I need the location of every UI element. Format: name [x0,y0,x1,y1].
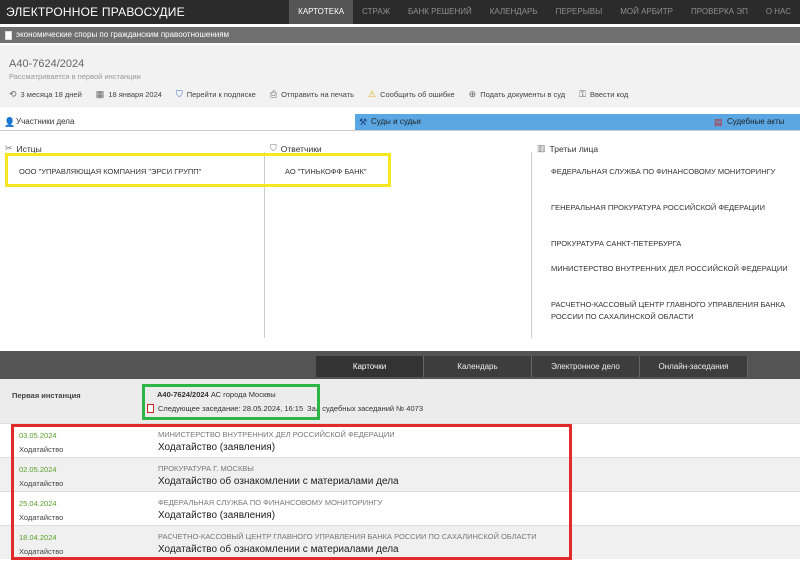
tab-electronic-case[interactable]: Электронное дело [532,356,640,377]
user-icon: 👤 [4,117,16,127]
third-parties-header: ▥ Третьи лица [537,143,599,154]
case-status: Рассматривается в первой инстанции [9,72,141,81]
third-party-link[interactable]: РАСЧЕТНО-КАССОВЫЙ ЦЕНТР ГЛАВНОГО УПРАВЛЕ… [551,299,791,323]
tab-online-sessions[interactable]: Онлайн-заседания [640,356,748,377]
divider [0,130,800,131]
shield-icon: ⛉ [175,89,183,99]
nav-check-ep[interactable]: ПРОВЕРКА ЭП [682,0,757,24]
gavel-icon: ⚒ [359,117,368,127]
nav-about[interactable]: О НАС [757,0,800,24]
case-toolbar: ⟲ 3 месяца 18 дней ▦ 18 января 2024 ⛉ Пе… [9,89,628,100]
case-number: А40-7624/2024 [9,58,85,70]
printer-icon: ⎙ [269,89,278,99]
nav-strazh[interactable]: СТРАЖ [353,0,399,24]
submit-documents-button[interactable]: ⊕ Подать документы в суд [469,89,565,100]
nav-breaks[interactable]: ПЕРЕРЫВЫ [547,0,612,24]
warning-icon: ⚠ [367,89,377,99]
tab-participants[interactable]: 👤 Участники дела [0,114,355,130]
third-party-link[interactable]: ПРОКУРАТУРА САНКТ-ПЕТЕРБУРГА [551,238,791,250]
bottom-tabs: Карточки Календарь Электронное дело Онла… [316,356,748,377]
key-icon: ⚿ [579,89,586,99]
hall-text: Зал судебных заседаний № 4073 [307,404,423,413]
subscribe-button[interactable]: ⛉ Перейти к подписке [176,89,256,100]
yellow-highlight-frame [5,153,391,187]
category-label: экономические споры по гражданским право… [16,30,230,39]
green-highlight-frame [142,384,320,420]
main-menu: КАРТОТЕКА СТРАЖ БАНК РЕШЕНИЙ КАЛЕНДАРЬ П… [289,0,800,24]
brand-logo[interactable]: ЭЛЕКТРОННОЕ ПРАВОСУДИЕ [0,5,289,19]
duration-item: ⟲ 3 месяца 18 дней [9,89,82,99]
tab-calendar[interactable]: Календарь [424,356,532,377]
clock-icon: ⟲ [9,89,17,99]
nav-calendar[interactable]: КАЛЕНДАРЬ [481,0,547,24]
date-item: ▦ 18 января 2024 [95,89,162,99]
third-party-link[interactable]: ФЕДЕРАЛЬНАЯ СЛУЖБА ПО ФИНАНСОВОМУ МОНИТО… [551,166,791,178]
third-party-link[interactable]: ГЕНЕРАЛЬНАЯ ПРОКУРАТУРА РОССИЙСКОЙ ФЕДЕР… [551,202,791,214]
enter-code-button[interactable]: ⚿ Ввести код [579,89,628,100]
calendar-icon: ▦ [95,89,105,99]
nav-kartoteka[interactable]: КАРТОТЕКА [289,0,354,24]
report-error-button[interactable]: ⚠ Сообщить об ошибке [368,89,455,100]
top-nav: ЭЛЕКТРОННОЕ ПРАВОСУДИЕ КАРТОТЕКА СТРАЖ Б… [0,0,800,24]
nav-my-arbitr[interactable]: МОЙ АРБИТР [611,0,682,24]
case-tabs: 👤 Участники дела ⚒ Суды и судьи ▤ Судебн… [0,114,800,130]
tab-courts[interactable]: ⚒ Суды и судьи [355,114,710,130]
tab-acts[interactable]: ▤ Судебные акты [710,114,800,130]
case-header: А40-7624/2024 Рассматривается в первой и… [0,45,800,107]
third-party-link[interactable]: МИНИСТЕРСТВО ВНУТРЕННИХ ДЕЛ РОССИЙСКОЙ Ф… [551,263,791,275]
nav-bank-resheniy[interactable]: БАНК РЕШЕНИЙ [399,0,481,24]
instance-panel [0,379,800,423]
pdf-icon: ▤ [714,117,723,127]
document-icon [5,30,12,40]
red-highlight-frame [11,424,572,560]
instance-label: Первая инстанция [12,391,81,400]
category-bar: экономические споры по гражданским право… [0,27,800,43]
tab-cards[interactable]: Карточки [316,356,424,377]
print-button[interactable]: ⎙ Отправить на печать [270,89,354,100]
building-icon: ▥ [537,143,546,153]
column-divider [531,152,532,338]
plus-circle-icon: ⊕ [468,89,477,99]
